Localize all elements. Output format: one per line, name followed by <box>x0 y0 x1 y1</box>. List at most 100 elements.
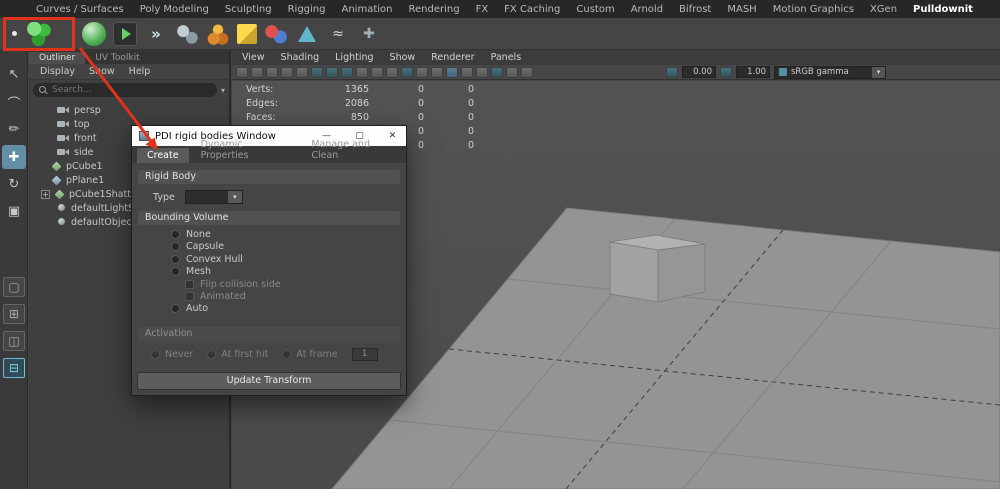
textured-icon[interactable] <box>341 66 353 78</box>
layout-custom-button[interactable]: ⊟ <box>3 358 25 378</box>
exposure-icon[interactable] <box>666 66 678 78</box>
shelf-sphere-icon[interactable] <box>82 21 106 46</box>
menu-show[interactable]: Show <box>382 52 424 63</box>
shaded-icon[interactable] <box>326 66 338 78</box>
search-filter-chevron-icon[interactable]: ▾ <box>221 86 225 95</box>
screen-space-ao-icon[interactable] <box>386 66 398 78</box>
radio-convex-hull[interactable]: Convex Hull <box>137 253 401 266</box>
lock-camera-icon[interactable] <box>251 66 263 78</box>
rotate-tool-icon[interactable]: ↻ <box>2 172 26 196</box>
exposure-field[interactable]: 0.00 <box>682 66 716 78</box>
shelf-tab-poly-modeling[interactable]: Poly Modeling <box>132 4 217 15</box>
outliner-menubar: Display Show Help <box>29 64 229 80</box>
shelf-tab-bifrost[interactable]: Bifrost <box>671 4 719 15</box>
search-input[interactable] <box>52 85 211 95</box>
shelf-arrows-icon[interactable]: » <box>144 22 168 46</box>
menu-show[interactable]: Show <box>82 66 122 77</box>
search-box[interactable] <box>33 83 217 97</box>
shelf-bodies-pair-icon[interactable] <box>264 21 288 46</box>
menu-lighting[interactable]: Lighting <box>327 52 381 63</box>
gate-mask-icon[interactable] <box>506 66 518 78</box>
layout-four-pane-button[interactable]: ⊞ <box>3 304 25 324</box>
shelf-cone-icon[interactable] <box>295 22 319 46</box>
shelf-tab-pulldownit[interactable]: Pulldownit <box>905 4 981 15</box>
update-transform-button[interactable]: Update Transform <box>137 371 401 390</box>
menu-renderer[interactable]: Renderer <box>423 52 482 63</box>
tab-dynamic-properties[interactable]: Dynamic Properties <box>191 137 300 163</box>
shelf-tab-motion-graphics[interactable]: Motion Graphics <box>765 4 862 15</box>
wireframe-icon[interactable] <box>311 66 323 78</box>
tab-create[interactable]: Create <box>137 148 189 163</box>
shelf-curve-icon[interactable]: ≈ <box>326 22 350 46</box>
shelf-tab-animation[interactable]: Animation <box>334 4 401 15</box>
radio-mesh[interactable]: Mesh <box>137 266 401 279</box>
gamma-field[interactable]: 1.00 <box>736 66 770 78</box>
shelf-tab-xgen[interactable]: XGen <box>862 4 905 15</box>
shadows-icon[interactable] <box>371 66 383 78</box>
select-tool-icon[interactable]: ↖ <box>2 62 26 86</box>
tab-outliner[interactable]: Outliner <box>29 52 86 64</box>
shelf-tab-arnold[interactable]: Arnold <box>623 4 671 15</box>
radio-auto[interactable]: Auto <box>137 302 401 315</box>
move-tool-icon[interactable]: ✚ <box>2 145 26 169</box>
shelf-gears-icon[interactable] <box>175 21 199 46</box>
menu-view[interactable]: View <box>234 52 273 63</box>
hud-value: 0 <box>467 139 474 151</box>
shelf-tab-fx-caching[interactable]: FX Caching <box>496 4 568 15</box>
shelf-tool-icon[interactable]: ✚ <box>357 22 381 46</box>
field-chart-icon[interactable] <box>521 66 533 78</box>
type-dropdown[interactable]: ▾ <box>184 190 243 204</box>
radio-none[interactable]: None <box>137 228 401 241</box>
radio-label: Auto <box>186 302 209 314</box>
paint-select-tool-icon[interactable]: ✏ <box>2 117 26 141</box>
radio-capsule[interactable]: Capsule <box>137 241 401 254</box>
layout-single-pane-button[interactable]: ▢ <box>3 277 25 297</box>
shelf-tab-mash[interactable]: MASH <box>719 4 764 15</box>
resolution-gate-icon[interactable] <box>491 66 503 78</box>
item-label: top <box>74 118 90 130</box>
shelf-tab-sculpting[interactable]: Sculpting <box>217 4 280 15</box>
shelf-tab-custom[interactable]: Custom <box>568 4 622 15</box>
bookmarks-icon[interactable] <box>281 66 293 78</box>
shelf-tab-rigging[interactable]: Rigging <box>280 4 334 15</box>
expand-plus-icon[interactable]: + <box>41 189 50 199</box>
use-all-lights-icon[interactable] <box>356 66 368 78</box>
hud-value: 0 <box>467 125 474 137</box>
shelf-cube-icon[interactable] <box>237 23 257 44</box>
hud-value: 0 <box>467 83 474 95</box>
section-bounding-volume[interactable]: Bounding Volume <box>138 211 400 225</box>
cube-pcube1[interactable] <box>609 234 706 303</box>
checkbox-animated[interactable]: Animated <box>137 290 401 302</box>
xray-joints-icon[interactable] <box>476 66 488 78</box>
shelf-fracture-bodies-icon[interactable] <box>206 21 230 46</box>
multisample-icon[interactable] <box>416 66 428 78</box>
shelf-tab-curves-surfaces[interactable]: Curves / Surfaces <box>28 4 132 15</box>
menu-help[interactable]: Help <box>122 66 158 77</box>
layout-split-pane-button[interactable]: ◫ <box>3 331 25 351</box>
shelf-tab-rendering[interactable]: Rendering <box>400 4 467 15</box>
shelf-tab-fx[interactable]: FX <box>468 4 497 15</box>
menu-display[interactable]: Display <box>33 66 82 77</box>
depth-of-field-icon[interactable] <box>431 66 443 78</box>
motion-blur-icon[interactable] <box>401 66 413 78</box>
group-icon <box>54 189 65 200</box>
gamma-icon[interactable] <box>720 66 732 78</box>
tab-manage-and-clean[interactable]: Manage and Clean <box>301 137 406 163</box>
scale-tool-icon[interactable]: ▣ <box>2 199 26 223</box>
menu-panels[interactable]: Panels <box>483 52 530 63</box>
tab-uv-toolkit[interactable]: UV Toolkit <box>85 52 149 64</box>
hud-value: 1365 <box>344 83 369 95</box>
camera-attributes-icon[interactable] <box>266 66 278 78</box>
xray-icon[interactable] <box>461 66 473 78</box>
checkbox-flip-collision-side[interactable]: Flip collision side <box>137 278 401 290</box>
outliner-item-persp[interactable]: persp <box>29 103 229 117</box>
lasso-tool-icon[interactable]: ⌒ <box>2 90 26 114</box>
select-camera-icon[interactable] <box>236 66 248 78</box>
menu-shading[interactable]: Shading <box>273 52 328 63</box>
section-rigid-body[interactable]: Rigid Body <box>138 170 400 184</box>
view-transform-dropdown[interactable]: sRGB gamma ▾ <box>774 65 886 79</box>
radio-icon <box>151 349 160 359</box>
shelf-play-icon[interactable] <box>113 21 137 46</box>
image-plane-icon[interactable] <box>296 66 308 78</box>
isolate-select-icon[interactable] <box>446 66 458 78</box>
